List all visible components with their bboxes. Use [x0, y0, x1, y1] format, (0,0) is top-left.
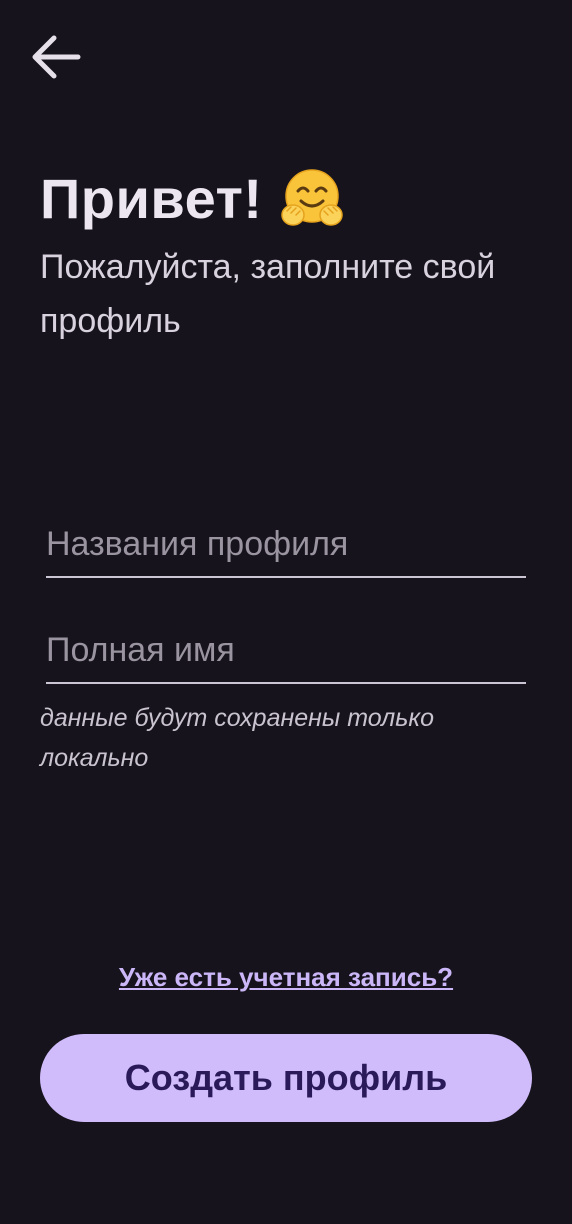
create-profile-button[interactable]: Создать профиль — [40, 1034, 532, 1122]
hugging-face-emoji-icon — [280, 169, 343, 226]
local-storage-hint: данные будут сохранены только локально — [40, 704, 435, 772]
title-row: Привет! — [40, 160, 560, 236]
page-subtitle: Пожалуйста, заполните свой профиль — [40, 248, 496, 340]
arrow-left-icon — [32, 35, 81, 79]
profile-name-field[interactable] — [46, 512, 526, 578]
page-title: Привет! — [40, 166, 263, 230]
back-button[interactable] — [28, 32, 86, 82]
greeting-section: Привет! Пожалуйста, заполните свой профи… — [40, 160, 560, 348]
full-name-input[interactable] — [46, 618, 526, 682]
existing-account-link[interactable]: Уже есть учетная запись? — [0, 962, 572, 993]
full-name-field[interactable] — [46, 618, 526, 684]
profile-name-input[interactable] — [46, 512, 526, 576]
